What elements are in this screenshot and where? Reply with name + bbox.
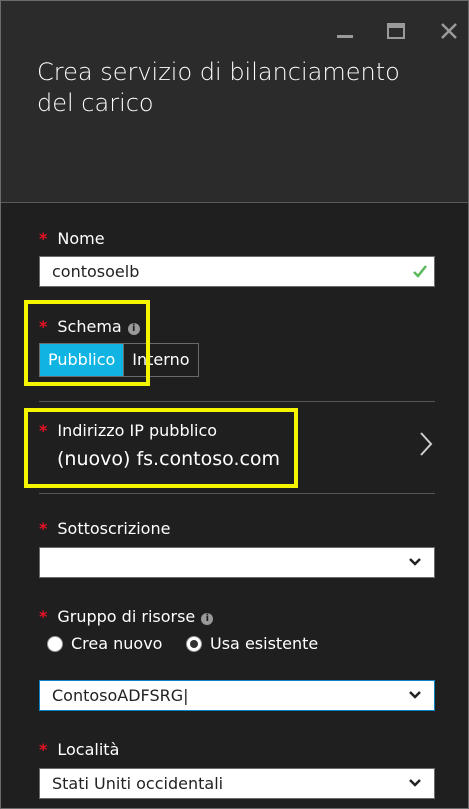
- public-ip-value[interactable]: (nuovo) fs.contoso.com: [57, 448, 280, 470]
- resource-group-label: * Gruppo di risorse i: [39, 607, 214, 626]
- radio-usa-esistente[interactable]: Usa esistente: [186, 634, 318, 653]
- schema-label: * Schema i: [39, 317, 140, 336]
- location-label: * Località: [39, 740, 120, 759]
- nome-label: * Nome: [39, 229, 105, 248]
- close-icon[interactable]: [439, 21, 459, 44]
- info-icon[interactable]: i: [127, 323, 140, 335]
- location-select[interactable]: Stati Uniti occidentali: [39, 768, 435, 799]
- public-ip-label: * Indirizzo IP pubblico: [39, 421, 218, 440]
- schema-option-interno[interactable]: Interno: [124, 344, 197, 376]
- required-marker: *: [39, 229, 48, 248]
- radio-crea-nuovo[interactable]: Crea nuovo: [47, 634, 162, 653]
- divider: [39, 493, 435, 494]
- chevron-down-icon: [408, 681, 422, 718]
- minimize-icon[interactable]: [335, 21, 355, 44]
- info-icon[interactable]: i: [201, 613, 214, 625]
- radio-button-selected[interactable]: [186, 635, 202, 652]
- maximize-icon[interactable]: [386, 21, 406, 44]
- page-title: Crea servizio di bilanciamento del caric…: [37, 58, 400, 117]
- radio-button[interactable]: [47, 635, 63, 652]
- blade-window: Crea servizio di bilanciamento del caric…: [0, 0, 469, 809]
- subscription-select[interactable]: [39, 547, 435, 578]
- check-icon: [412, 257, 428, 294]
- nome-input[interactable]: contosoelb: [39, 256, 435, 287]
- resource-group-select[interactable]: ContosoADFSRG|: [39, 680, 435, 711]
- divider: [39, 401, 435, 402]
- chevron-down-icon: [408, 548, 422, 585]
- chevron-down-icon: [408, 769, 422, 806]
- chevron-right-icon[interactable]: [419, 431, 433, 461]
- subscription-label: * Sottoscrizione: [39, 519, 171, 538]
- schema-option-pubblico[interactable]: Pubblico: [40, 344, 125, 376]
- schema-toggle[interactable]: Pubblico Interno: [39, 343, 199, 377]
- blade-header: Crea servizio di bilanciamento del caric…: [1, 1, 468, 203]
